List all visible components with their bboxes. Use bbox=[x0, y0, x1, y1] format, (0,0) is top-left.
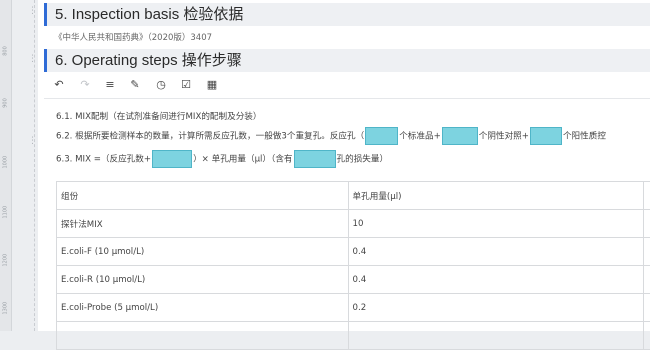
table-row: 探针法MIX 10 bbox=[57, 210, 650, 238]
ruler-tick: 1100 bbox=[3, 208, 9, 219]
step-6-2-positive-label: 个阳性质控 bbox=[563, 132, 606, 142]
extra-wells-input[interactable] bbox=[152, 150, 192, 168]
loss-wells-input[interactable] bbox=[294, 150, 336, 168]
ruler-tick: 900 bbox=[3, 98, 9, 109]
step-6-3: 6.3. MIX =（反应孔数+ ）× 单孔用量（μl）（含有 孔的损失量） bbox=[56, 150, 388, 168]
step-6-2-text: 6.2. 根据所要检测样本的数量，计算所需反应孔数，一般做3个重复孔。反应孔（ bbox=[56, 132, 364, 142]
drag-handle-icon[interactable]: ⋮ bbox=[28, 4, 35, 18]
table-row bbox=[57, 322, 650, 350]
table-cell[interactable] bbox=[644, 322, 650, 350]
pencil-icon[interactable]: ✎ bbox=[128, 78, 142, 92]
step-6-3-formula: ）× 单孔用量（μl）（含有 bbox=[193, 155, 292, 165]
step-6-3-text: 6.3. MIX =（反应孔数+ bbox=[56, 155, 151, 165]
ruler-tick: 1200 bbox=[3, 256, 9, 267]
step-6-2-negative-label: 个阴性对照+ bbox=[479, 132, 529, 142]
checkbox-icon[interactable]: ☑ bbox=[179, 78, 193, 92]
ruler-tick: 800 bbox=[3, 46, 9, 57]
table-header-cell[interactable]: 单孔用量(μl) bbox=[348, 182, 644, 210]
clock-icon[interactable]: ◷ bbox=[154, 78, 168, 92]
editor-toolbar: ↶ ↷ ≡ ✎ ◷ ☑ ▦ bbox=[44, 72, 650, 99]
redo-icon[interactable]: ↷ bbox=[78, 78, 92, 92]
section-heading-inspection-basis[interactable]: 5. Inspection basis 检验依据 bbox=[44, 3, 650, 26]
table-cell[interactable] bbox=[644, 238, 650, 266]
step-6-2-standard-label: 个标准品+ bbox=[399, 132, 441, 142]
table-cell[interactable]: E.coli-R (10 μmol/L) bbox=[57, 266, 349, 294]
table-cell[interactable] bbox=[644, 266, 650, 294]
table-cell[interactable] bbox=[644, 210, 650, 238]
table-cell[interactable]: 0.4 bbox=[348, 266, 644, 294]
negative-control-count-input[interactable] bbox=[442, 127, 478, 145]
section-heading-operating-steps[interactable]: 6. Operating steps 操作步骤 bbox=[44, 49, 650, 72]
mix-composition-table: 组份 单孔用量(μl) 探针法MIX 10 E.coli-F (10 μmol/… bbox=[56, 181, 650, 350]
ruler-tick: 1000 bbox=[3, 158, 9, 169]
table-cell[interactable]: E.coli-Probe (5 μmol/L) bbox=[57, 294, 349, 322]
table-cell[interactable]: 10 bbox=[348, 210, 644, 238]
drag-handle-icon[interactable]: ⋮ bbox=[28, 52, 35, 66]
table-cell[interactable] bbox=[57, 322, 349, 350]
step-6-3-suffix: 孔的损失量） bbox=[337, 155, 389, 165]
list-icon[interactable]: ≡ bbox=[103, 78, 117, 92]
table-icon[interactable]: ▦ bbox=[205, 78, 219, 92]
table-header-cell[interactable]: 组份 bbox=[57, 182, 349, 210]
standard-count-input[interactable] bbox=[365, 127, 398, 145]
positive-control-count-input[interactable] bbox=[530, 127, 562, 145]
table-row: E.coli-R (10 μmol/L) 0.4 bbox=[57, 266, 650, 294]
step-6-2: 6.2. 根据所要检测样本的数量，计算所需反应孔数，一般做3个重复孔。反应孔（ 个… bbox=[56, 127, 606, 145]
block-guide-line bbox=[34, 0, 36, 331]
undo-icon[interactable]: ↶ bbox=[52, 78, 66, 92]
vertical-ruler: 800 900 1000 1100 1200 1300 bbox=[0, 0, 12, 331]
table-header-row: 组份 单孔用量(μl) bbox=[57, 182, 650, 210]
table-row: E.coli-Probe (5 μmol/L) 0.2 bbox=[57, 294, 650, 322]
table-cell[interactable] bbox=[644, 294, 650, 322]
pharmacopoeia-reference[interactable]: 《中华人民共和国药典》（2020版）3407 bbox=[54, 31, 212, 43]
step-6-1: 6.1. MIX配制（在试剂准备间进行MIX的配制及分装） bbox=[56, 110, 262, 122]
table-cell[interactable] bbox=[644, 182, 650, 210]
table-cell[interactable]: 0.4 bbox=[348, 238, 644, 266]
ruler-tick: 1300 bbox=[3, 304, 9, 315]
drag-handle-icon[interactable]: ⋮ bbox=[28, 134, 35, 148]
table-cell[interactable]: E.coli-F (10 μmol/L) bbox=[57, 238, 349, 266]
table-cell[interactable]: 0.2 bbox=[348, 294, 644, 322]
table-cell[interactable]: 探针法MIX bbox=[57, 210, 349, 238]
table-row: E.coli-F (10 μmol/L) 0.4 bbox=[57, 238, 650, 266]
table-cell[interactable] bbox=[348, 322, 644, 350]
